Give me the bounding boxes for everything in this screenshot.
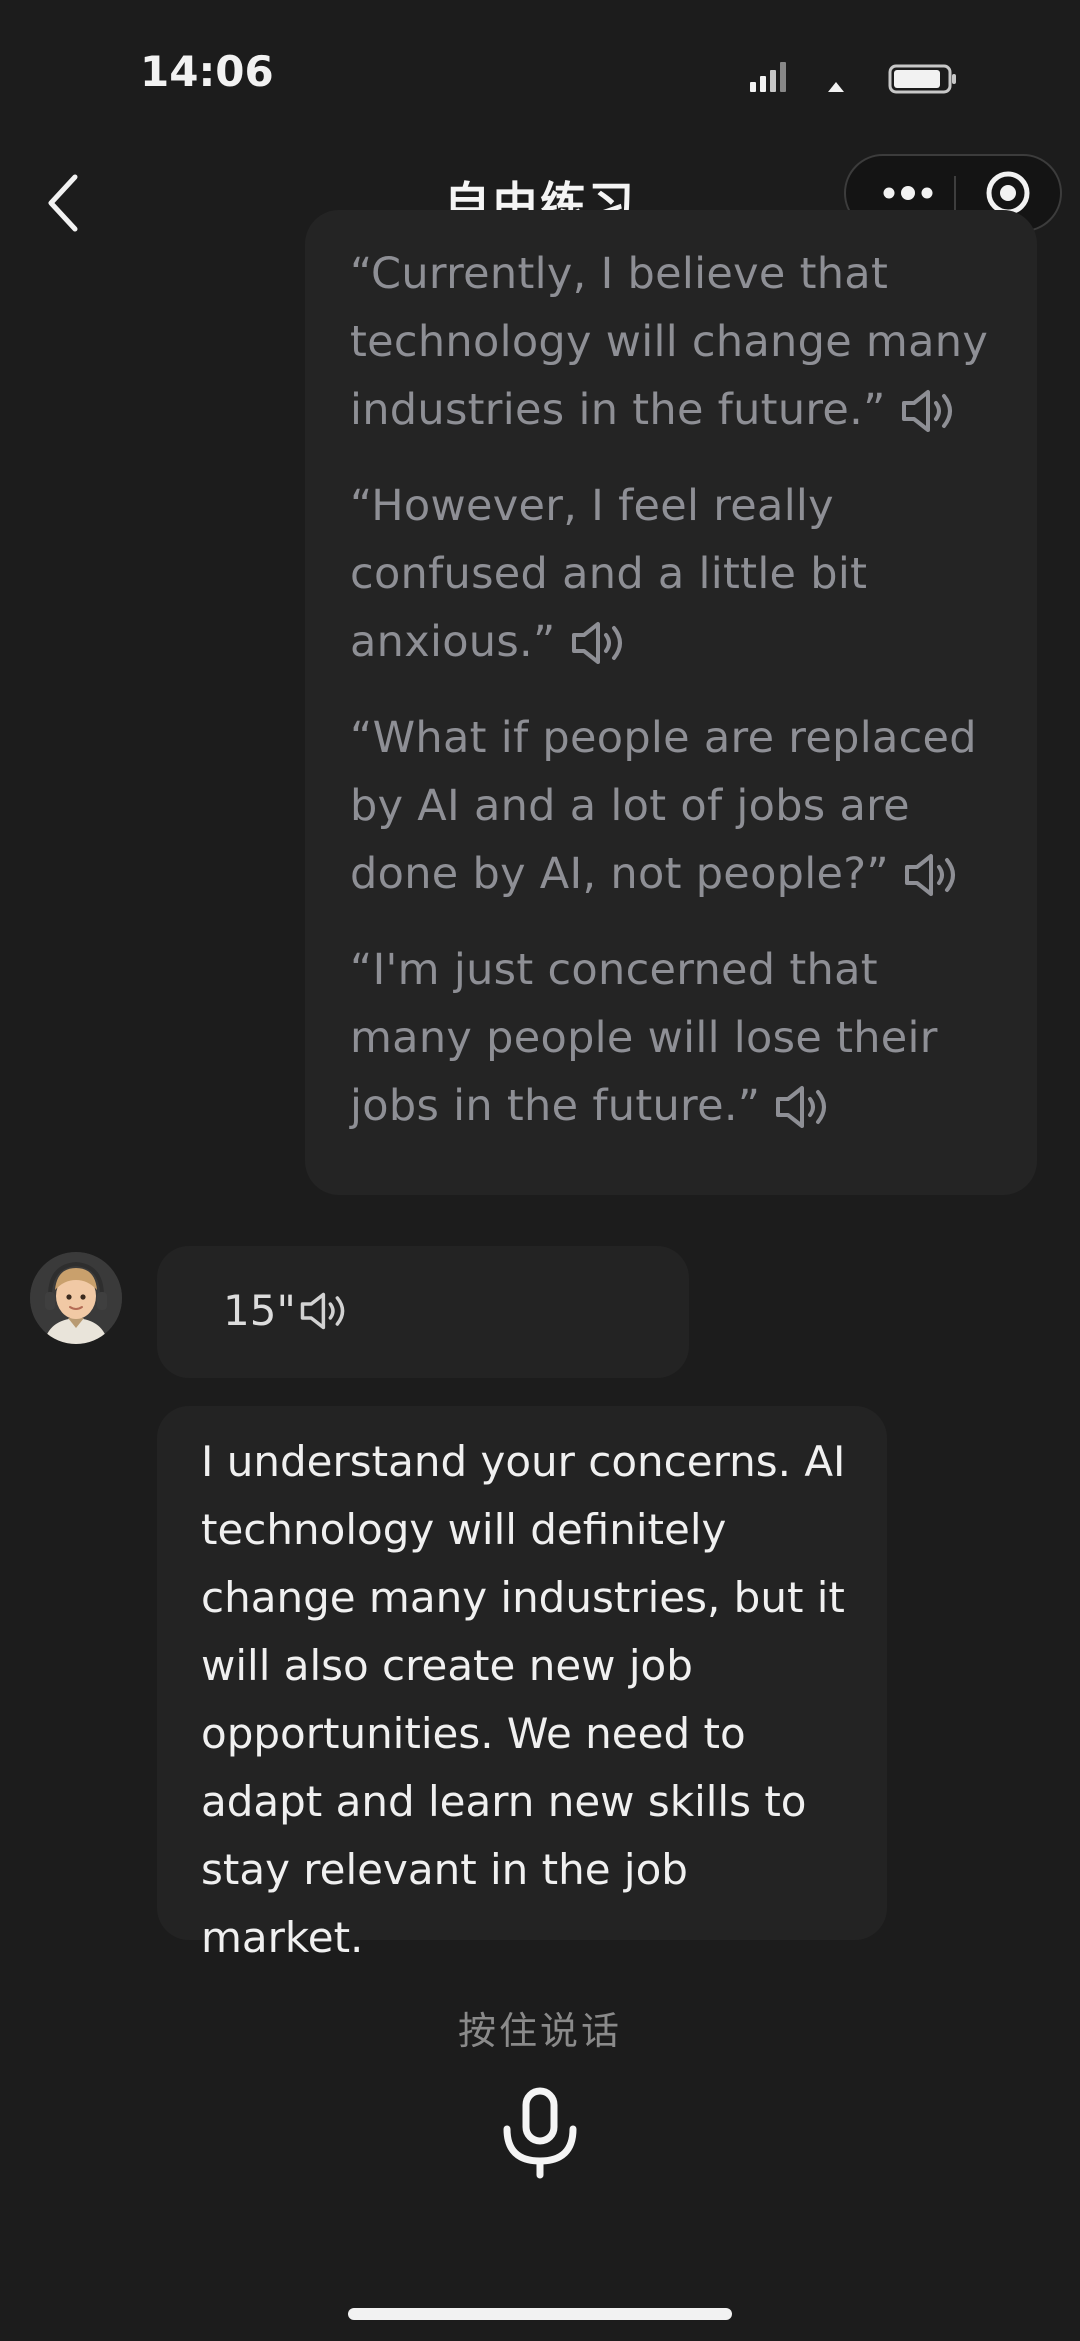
status-time: 14:06 (140, 52, 274, 92)
speaker-button[interactable] (903, 850, 965, 896)
ai-avatar (30, 1252, 122, 1344)
user-sentence[interactable]: “I'm just concerned that many people wil… (350, 936, 1000, 1140)
user-sentence[interactable]: “What if people are replaced by AI and a… (350, 704, 1000, 908)
speaker-icon (901, 389, 952, 432)
speaker-icon (776, 1085, 827, 1128)
wifi-icon (828, 82, 844, 92)
speaker-icon (300, 1292, 345, 1330)
hold-to-talk-label: 按住说话 (457, 2009, 622, 2053)
speaker-button[interactable] (774, 1082, 836, 1128)
ai-message-text: I understand your concerns. AI technolog… (201, 1437, 846, 1962)
more-icon (883, 186, 933, 200)
speaker-button[interactable] (570, 618, 632, 664)
hold-to-talk-button[interactable] (490, 2078, 590, 2188)
ai-voice-bubble[interactable]: 15" (157, 1246, 689, 1378)
speaker-icon (904, 853, 955, 896)
home-indicator (348, 2308, 732, 2320)
user-sentence[interactable]: “Currently, I believe that technology wi… (350, 240, 1000, 444)
sentence-text: “What if people are replaced by AI and a… (350, 713, 977, 899)
ai-text-bubble: I understand your concerns. AI technolog… (157, 1406, 887, 1962)
sentence-text: “I'm just concerned that many people wil… (350, 945, 938, 1131)
capsule-divider (954, 176, 956, 212)
avatar-icon (30, 1252, 122, 1344)
sentence-text: “Currently, I believe that technology wi… (350, 249, 989, 435)
battery-icon (888, 64, 956, 94)
user-sentence[interactable]: “However, I feel really confused and a l… (350, 472, 1000, 676)
status-bar: 14:06 (0, 0, 1080, 110)
speaker-button[interactable] (900, 386, 962, 432)
voice-duration: 15" (223, 1286, 296, 1335)
status-icons (740, 56, 1000, 96)
microphone-icon (503, 2087, 577, 2179)
speaker-icon (571, 621, 622, 664)
signal-icon (750, 62, 786, 92)
